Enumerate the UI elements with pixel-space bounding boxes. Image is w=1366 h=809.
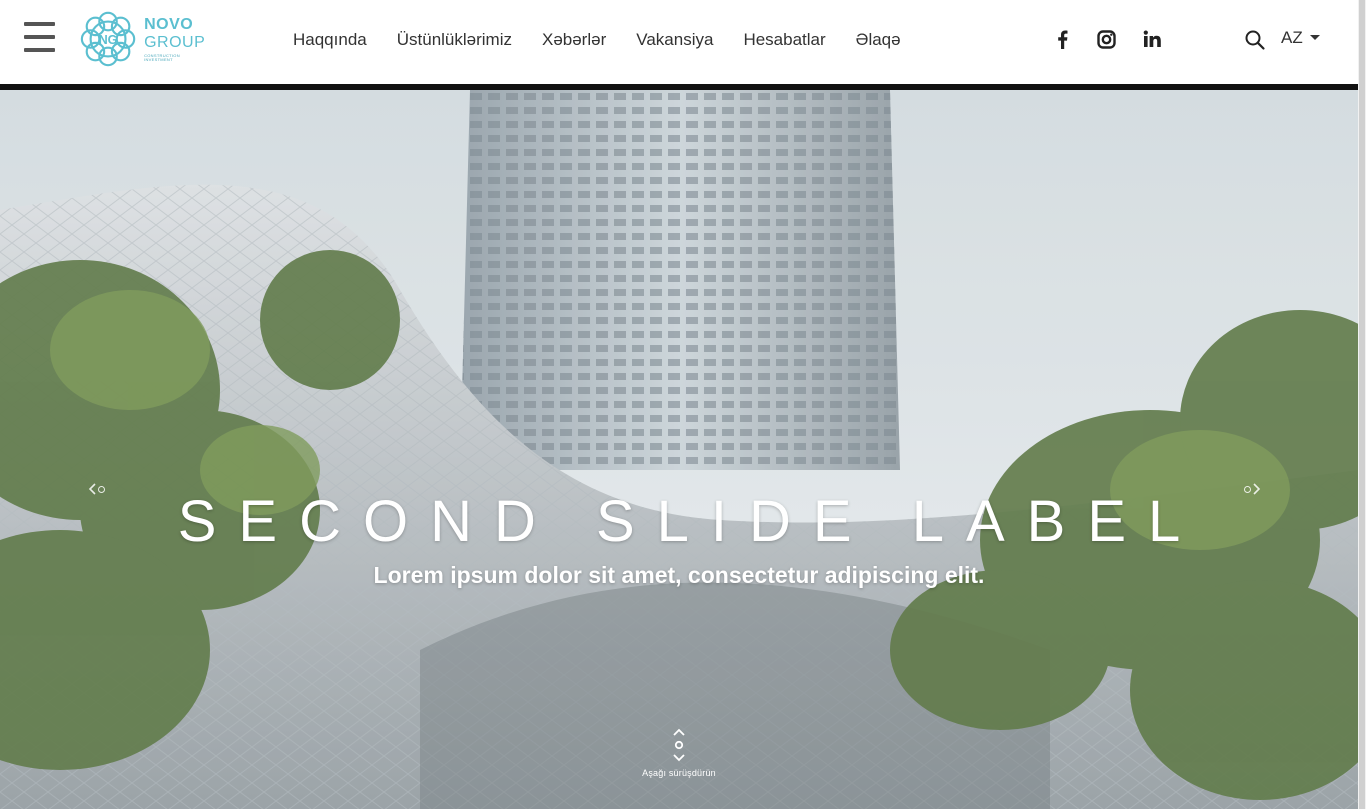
logo-group: GROUP — [144, 33, 206, 51]
instagram-icon[interactable] — [1095, 28, 1117, 50]
nav-item-contact[interactable]: Əlaqə — [856, 29, 901, 51]
scroll-down-label: Aşağı sürüşdürün — [642, 768, 716, 778]
nav-item-about[interactable]: Haqqında — [293, 29, 367, 51]
scrollbar-thumb[interactable] — [1359, 0, 1365, 809]
language-dropdown[interactable]: AZ — [1281, 28, 1320, 48]
nav-item-reports[interactable]: Hesabatlar — [743, 29, 825, 51]
chevron-down-icon — [1309, 34, 1320, 40]
hero-carousel: SECOND SLIDE LABEL Lorem ipsum dolor sit… — [0, 84, 1358, 809]
search-icon[interactable] — [1244, 29, 1266, 51]
scroll-down-hint[interactable]: Aşağı sürüşdürün — [0, 728, 1358, 778]
hero-overlay — [0, 90, 1358, 809]
logo[interactable]: NG NOVO GROUP CONSTRUCTION INVESTMENT — [78, 8, 208, 70]
nav-item-vacancy[interactable]: Vakansiya — [636, 29, 713, 51]
logo-mark-icon: NG — [80, 11, 136, 67]
site-header: NG NOVO GROUP CONSTRUCTION INVESTMENT Ha… — [0, 0, 1358, 84]
main-nav: Haqqında Üstünlüklərimiz Xəbərlər Vakans… — [293, 29, 931, 51]
logo-tagline: CONSTRUCTION INVESTMENT — [144, 52, 180, 62]
scroll-down-icon — [673, 728, 685, 762]
nav-item-advantages[interactable]: Üstünlüklərimiz — [397, 29, 512, 51]
page-scrollbar[interactable] — [1358, 0, 1366, 809]
nav-item-news[interactable]: Xəbərlər — [542, 29, 606, 51]
logo-name: NOVO — [144, 15, 194, 33]
language-label: AZ — [1281, 28, 1303, 47]
facebook-icon[interactable] — [1051, 28, 1073, 50]
menu-icon[interactable] — [24, 22, 56, 52]
slide-title: SECOND SLIDE LABEL — [177, 489, 1203, 554]
svg-text:NG: NG — [99, 33, 118, 47]
slide-caption: Lorem ipsum dolor sit amet, consectetur … — [373, 562, 985, 588]
linkedin-icon[interactable] — [1141, 28, 1163, 50]
